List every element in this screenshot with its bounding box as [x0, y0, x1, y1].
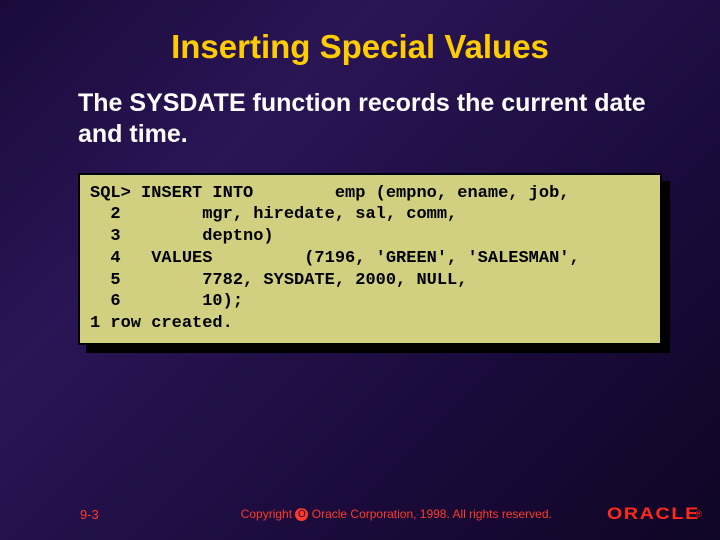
code-line-3: 3 deptno): [90, 227, 274, 246]
copyright-text: Copyright Ó Oracle Corporation, 1998. Al…: [180, 507, 613, 521]
page-number: 9-3: [80, 507, 180, 522]
copyright-prefix: Copyright: [241, 507, 296, 521]
code-content: SQL> INSERT INTO emp (empno, ename, job,…: [78, 173, 662, 345]
footer: 9-3 Copyright Ó Oracle Corporation, 1998…: [0, 504, 720, 524]
code-line-5: 5 7782, SYSDATE, 2000, NULL,: [90, 271, 467, 290]
copyright-icon: Ó: [295, 508, 308, 521]
slide-title: Inserting Special Values: [0, 0, 720, 88]
slide-subtitle: The SYSDATE function records the current…: [78, 88, 650, 151]
oracle-logo: ORACLE®: [613, 504, 702, 524]
code-line-4: 4 VALUES (7196, 'GREEN', 'SALESMAN',: [90, 249, 580, 268]
code-line-6: 6 10);: [90, 292, 243, 311]
code-line-7: 1 row created.: [90, 314, 233, 333]
code-line-2: 2 mgr, hiredate, sal, comm,: [90, 205, 457, 224]
copyright-suffix: Oracle Corporation, 1998. All rights res…: [308, 507, 551, 521]
logo-text: ORACLE: [607, 504, 700, 524]
code-line-1: SQL> INSERT INTO emp (empno, ename, job,: [90, 184, 569, 203]
code-block: SQL> INSERT INTO emp (empno, ename, job,…: [78, 173, 662, 345]
